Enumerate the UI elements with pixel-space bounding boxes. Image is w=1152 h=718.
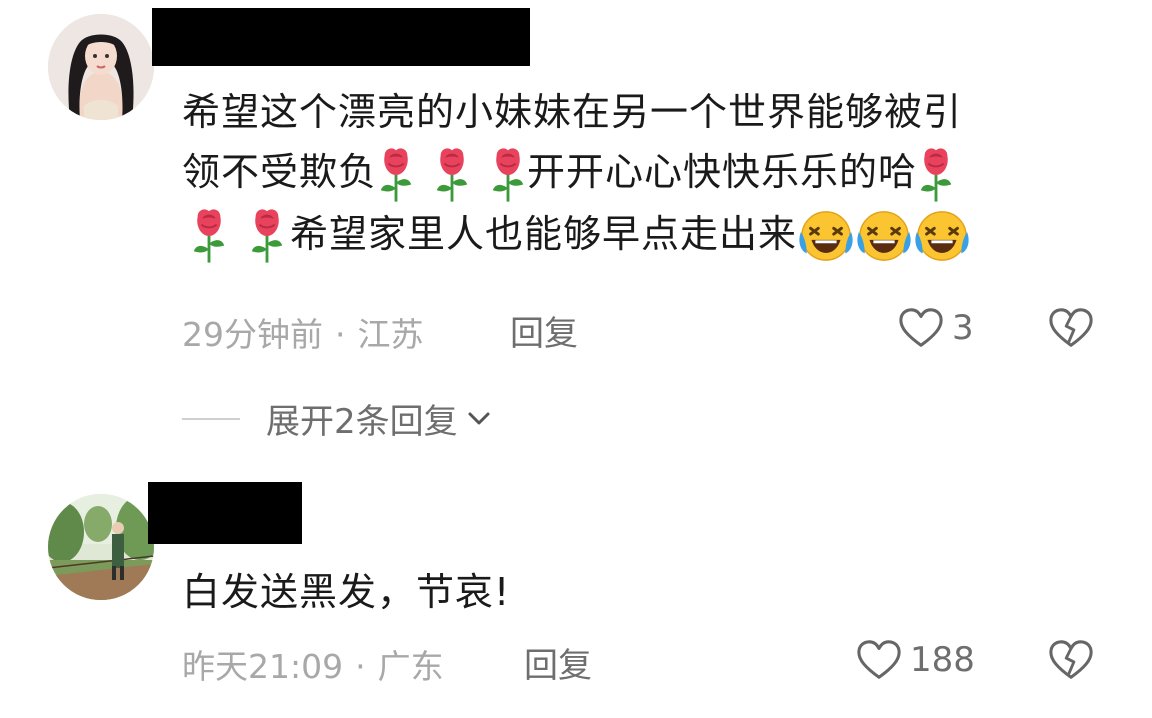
- chevron-down-icon: [466, 409, 492, 429]
- dislike-button[interactable]: [1048, 638, 1094, 682]
- rose-emoji-icon: [248, 207, 286, 265]
- dislike-button[interactable]: [1048, 306, 1094, 350]
- comment-location: 广东: [377, 647, 444, 686]
- comment-meta: 29分钟前 · 江苏: [182, 308, 424, 356]
- comment-text-segment: 开开心心快快乐乐的哈: [527, 150, 918, 194]
- user-avatar[interactable]: [48, 14, 154, 120]
- meta-separator: ·: [355, 647, 366, 686]
- comment-text: 白发送黑发，节哀!: [182, 562, 510, 622]
- like-count: 3: [952, 308, 974, 348]
- reply-button[interactable]: 回复: [524, 638, 592, 687]
- rose-emoji-icon: [489, 146, 527, 204]
- rolling-laughing-emoji-icon: [913, 209, 971, 263]
- broken-heart-icon: [1048, 306, 1094, 350]
- like-button[interactable]: 188: [856, 638, 975, 682]
- rose-emoji-icon: [917, 146, 955, 204]
- comment-line: 领不受欺负 开开心心快快乐乐的哈: [182, 142, 971, 204]
- comment-meta: 昨天21:09 · 广东: [182, 640, 444, 688]
- broken-heart-icon: [1048, 638, 1094, 682]
- heart-outline-icon: [856, 638, 902, 682]
- rose-emoji-icon: [190, 207, 228, 265]
- comment-time: 昨天21:09: [182, 647, 344, 686]
- user-avatar[interactable]: [48, 494, 154, 600]
- username-redacted[interactable]: [148, 482, 302, 544]
- comment-line: 白发送黑发，节哀!: [182, 570, 511, 614]
- like-count: 188: [910, 640, 975, 680]
- expand-divider: [182, 417, 240, 420]
- expand-replies-button[interactable]: 展开2条回复: [182, 394, 492, 443]
- comment-text: 希望这个漂亮的小妹妹在另一个世界能够被引 领不受欺负 开开心心快快乐乐的哈 希望家…: [182, 82, 971, 265]
- landscape-avatar-image: [48, 494, 154, 600]
- comment-line: 希望这个漂亮的小妹妹在另一个世界能够被引: [182, 90, 963, 134]
- comment-line: 希望家里人也能够早点走出来: [190, 204, 971, 266]
- heart-outline-icon: [898, 306, 944, 350]
- rolling-laughing-emoji-icon: [855, 209, 913, 263]
- rose-emoji-icon: [377, 146, 415, 204]
- comment-time: 29分钟前: [182, 315, 323, 354]
- rose-emoji-icon: [433, 146, 471, 204]
- reply-button[interactable]: 回复: [510, 306, 578, 355]
- meta-separator: ·: [335, 315, 346, 354]
- like-button[interactable]: 3: [898, 306, 974, 350]
- portrait-avatar-image: [48, 14, 154, 120]
- comment-text-segment: 领不受欺负: [182, 150, 378, 194]
- username-redacted[interactable]: [152, 8, 530, 66]
- expand-replies-label: 展开2条回复: [266, 402, 458, 442]
- rolling-laughing-emoji-icon: [797, 209, 855, 263]
- comment-text-segment: 希望家里人也能够早点走出来: [290, 211, 798, 256]
- comment-location: 江苏: [357, 315, 424, 354]
